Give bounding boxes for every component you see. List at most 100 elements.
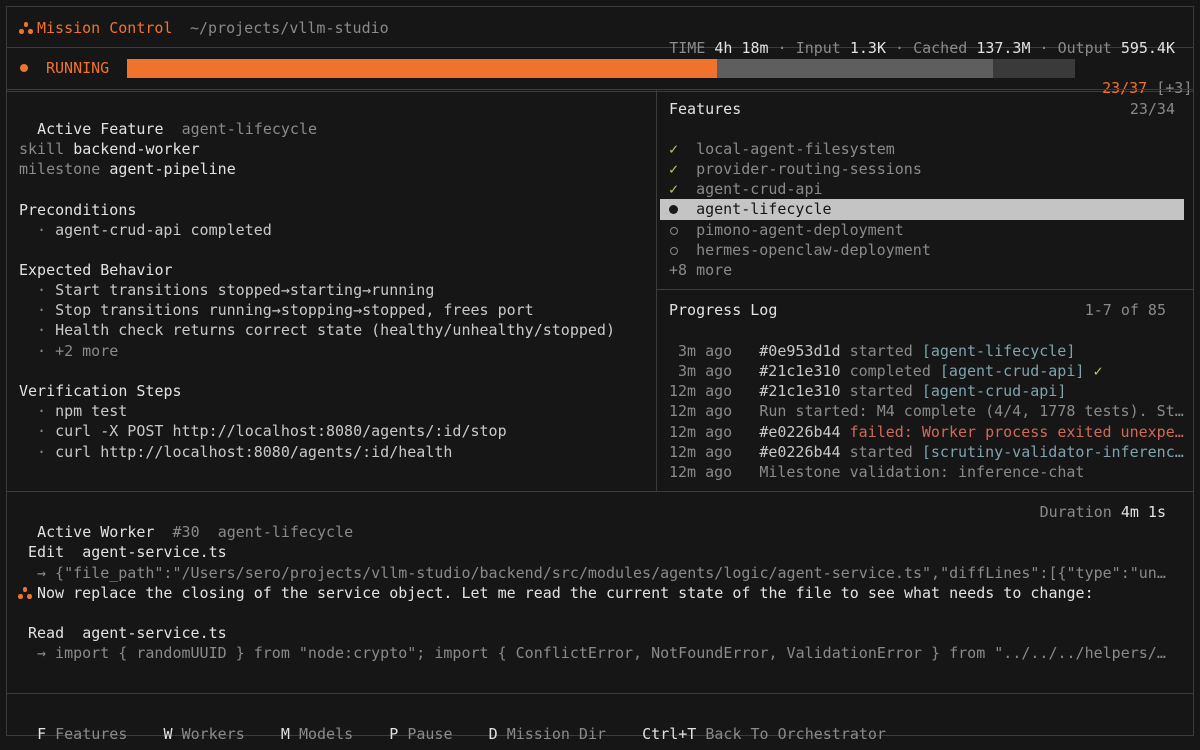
status-label: RUNNING (46, 59, 110, 77)
expected-text: Stop transitions running→stopping→stoppe… (55, 301, 534, 319)
list-item: · curl -X POST http://localhost:8080/age… (37, 421, 507, 441)
worker-output: Edit agent-service.ts → {"file_path":"/U… (7, 542, 1193, 672)
bullet: · (37, 221, 47, 239)
progress-log-title: Progress Log (669, 301, 778, 319)
shortcut-label: Workers (181, 725, 245, 744)
bullet: · (37, 402, 47, 420)
header-stats: TIME 4h 18m · Input 1.3K · Cached 137.3M… (651, 18, 1175, 58)
bullet: · (37, 301, 47, 319)
list-item: · Start transitions stopped→starting→run… (37, 280, 434, 300)
stat-input-value: 1.3K (849, 39, 886, 58)
tool-name: Edit (28, 543, 65, 561)
skill-label: skill (19, 140, 65, 158)
project-path: ~/projects/vllm-studio (190, 19, 389, 37)
log-tag: [scrutiny-validator-inferenc… (921, 443, 1184, 461)
milestone-label: milestone (19, 160, 101, 178)
log-time: 12m ago (669, 423, 733, 441)
log-hash: #e0226b44 (759, 423, 841, 441)
separator: · (895, 39, 905, 58)
expected-text: Start transitions stopped→starting→runni… (55, 281, 435, 299)
status-dot-icon (20, 64, 28, 72)
log-error-text: failed: Worker process exited unexpe… (849, 423, 1184, 441)
filled-circle-icon (669, 199, 678, 219)
mission-progress-bar (127, 59, 1075, 78)
log-time: 12m ago (669, 382, 733, 400)
log-tag: [agent-lifecycle] (921, 342, 1076, 360)
active-worker-header: Active Worker #30 agent-lifecycle (19, 502, 353, 542)
feature-item[interactable]: hermes-openclaw-deployment (669, 240, 931, 260)
shortcut-back-to-orchestrator[interactable]: Ctrl+T Back To Orchestrator (642, 725, 886, 743)
milestone-value: agent-pipeline (109, 160, 236, 178)
log-text: started (849, 342, 913, 360)
stat-time-value: 4h 18m (714, 39, 769, 58)
tool-file: agent-service.ts (82, 543, 227, 561)
feature-item[interactable]: ✓ agent-crud-api (669, 179, 823, 199)
log-text: started (849, 382, 913, 400)
log-entry: 12m ago Run started: M4 complete (4/4, 1… (669, 401, 1184, 421)
log-time: 3m ago (678, 342, 733, 360)
log-time: 12m ago (669, 463, 733, 481)
log-tag: [agent-crud-api] (939, 362, 1085, 380)
feature-item-active[interactable]: agent-lifecycle (669, 199, 832, 219)
active-feature-header: Active Feature agent-lifecycle (19, 99, 317, 139)
skill-value: backend-worker (73, 140, 200, 158)
milestone-line: milestone agent-pipeline (19, 159, 236, 179)
feature-name: agent-crud-api (696, 180, 823, 198)
empty-circle-icon (669, 240, 678, 260)
app-title: Mission Control (37, 19, 173, 37)
feature-name: provider-routing-sessions (696, 160, 922, 178)
feature-name: local-agent-filesystem (696, 140, 895, 158)
duration-label: Duration (1039, 503, 1112, 521)
feature-item[interactable]: ✓ local-agent-filesystem (669, 139, 895, 159)
features-more[interactable]: +8 more (669, 260, 732, 280)
progress-log-range: 1-7 of 85 (1084, 301, 1166, 319)
expected-more[interactable]: · +2 more (37, 341, 118, 361)
edit-tool-line: Edit agent-service.ts (28, 542, 227, 562)
feature-item[interactable]: ✓ provider-routing-sessions (669, 159, 922, 179)
shortcut-workers[interactable]: W Workers (164, 725, 245, 743)
log-hash: #21c1e310 (759, 362, 841, 380)
shortcut-key: Ctrl+T (642, 725, 697, 744)
check-icon: ✓ (669, 140, 679, 158)
log-entry: 3m ago #21c1e310 completed [agent-crud-a… (678, 361, 1102, 381)
log-time: 12m ago (669, 402, 733, 420)
list-item: · agent-crud-api completed (37, 220, 272, 240)
shortcut-label: Models (298, 725, 354, 744)
log-text: Milestone validation: inference-chat (759, 463, 1085, 481)
preconditions-heading: Preconditions (19, 201, 137, 219)
stat-time-label: TIME (669, 39, 706, 58)
active-feature-name: agent-lifecycle (181, 120, 318, 139)
list-item: · npm test (37, 401, 127, 421)
list-item: · Stop transitions running→stopping→stop… (37, 300, 534, 320)
bullet: · (37, 443, 47, 461)
progress-completed (127, 59, 717, 78)
progress-pending (716, 59, 994, 78)
duration-value: 4m 1s (1120, 503, 1166, 521)
stat-input-label: Input (795, 39, 841, 58)
shortcut-mission-dir[interactable]: D Mission Dir (489, 725, 606, 743)
skill-line: skill backend-worker (19, 139, 200, 159)
feature-item[interactable]: pimono-agent-deployment (669, 220, 904, 240)
log-hash: #0e953d1d (759, 342, 841, 360)
shortcut-label: Mission Dir (506, 725, 607, 744)
shortcut-features[interactable]: F Features (37, 725, 127, 743)
read-tool-detail: → import { randomUUID } from "node:crypt… (37, 644, 1166, 662)
log-hash: #21c1e310 (759, 382, 841, 400)
feature-name: hermes-openclaw-deployment (696, 241, 931, 259)
footer-shortcuts: F Features W Workers M Models P Pause D … (19, 704, 886, 744)
verification-text: npm test (55, 402, 128, 420)
shortcut-key: P (389, 725, 399, 744)
bullet: · (37, 342, 47, 360)
verification-text: curl http://localhost:8080/agents/:id/he… (55, 443, 453, 461)
shortcut-models[interactable]: M Models (281, 725, 353, 743)
log-time: 3m ago (678, 362, 733, 380)
check-icon: ✓ (669, 180, 679, 198)
empty-circle-icon (669, 220, 678, 240)
bullet: · (37, 281, 47, 299)
shortcut-pause[interactable]: P Pause (389, 725, 452, 743)
log-entry: 12m ago Milestone validation: inference-… (669, 462, 1084, 482)
verification-text: curl -X POST http://localhost:8080/agent… (55, 422, 507, 440)
expected-text: Health check returns correct state (heal… (55, 321, 615, 339)
list-item: · Health check returns correct state (he… (37, 320, 615, 340)
shortcut-key: M (280, 725, 290, 744)
